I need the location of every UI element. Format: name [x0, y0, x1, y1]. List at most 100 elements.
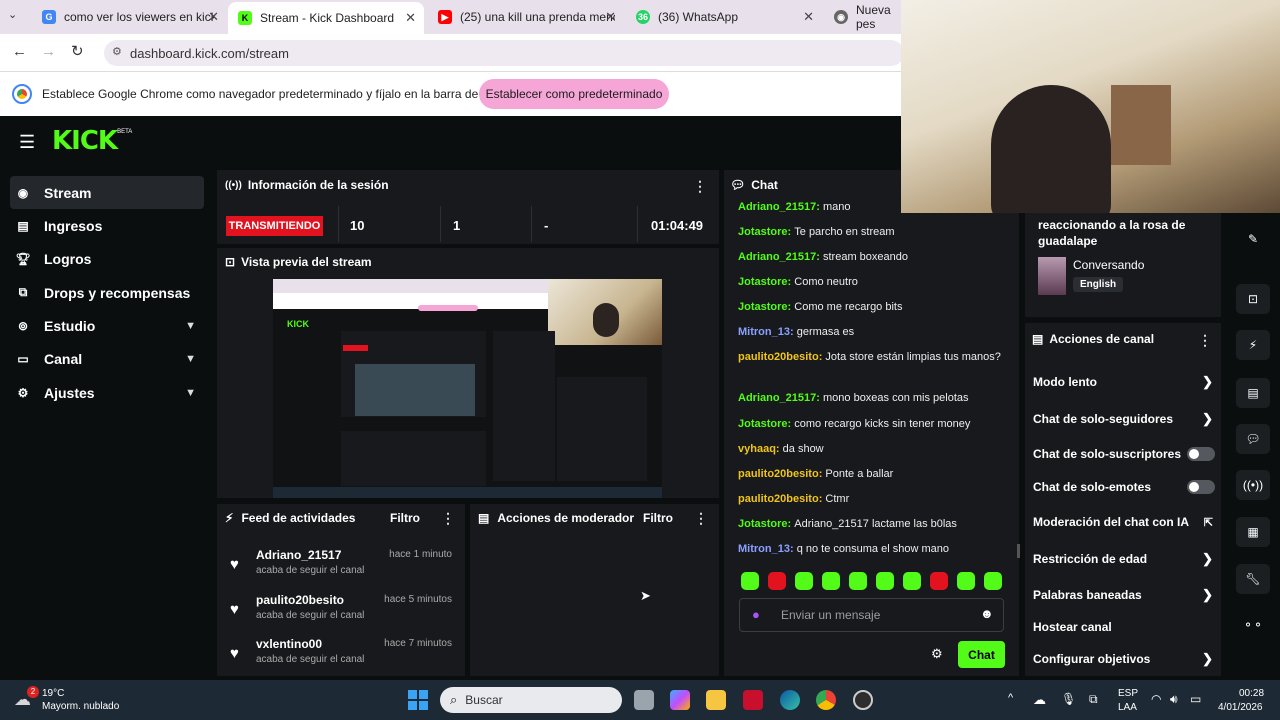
stream-preview-video[interactable]: KICK	[273, 279, 662, 498]
channel-action-item[interactable]: Configurar objetivos ❯	[1033, 649, 1215, 669]
emote-icon[interactable]	[795, 572, 813, 590]
chat-settings-icon[interactable]: ⚙	[931, 646, 943, 662]
emote-icon[interactable]	[768, 572, 786, 590]
sidebar-item-ajustes[interactable]: ⚙ Ajustes ▼	[10, 376, 204, 409]
channel-action-item[interactable]: Restricción de edad ❯	[1033, 549, 1215, 569]
chevron-up-icon[interactable]: ^	[1008, 692, 1013, 704]
site-info-icon[interactable]: ⚙	[112, 45, 122, 58]
toggle-switch[interactable]	[1187, 480, 1215, 494]
mcafee-icon[interactable]	[743, 690, 763, 710]
chat-username[interactable]: vyhaaq	[738, 443, 776, 455]
more-options-icon[interactable]: ⋮	[1198, 332, 1212, 349]
lang-line2[interactable]: LAA	[1118, 702, 1137, 713]
emote-icon[interactable]	[930, 572, 948, 590]
chat-bubble-icon[interactable]: 💬︎	[1236, 424, 1270, 454]
tab-4[interactable]: ◉ Nueva pes	[824, 3, 904, 31]
broadcast-icon[interactable]: ((•))	[1236, 470, 1270, 500]
hamburger-menu-icon[interactable]: ☰	[19, 132, 35, 153]
taskbar-search[interactable]: ⌕ Buscar	[440, 687, 622, 713]
url-field[interactable]: ⚙ dashboard.kick.com/stream	[104, 40, 904, 66]
battery-icon[interactable]: ▭	[1190, 692, 1201, 706]
more-options-icon[interactable]: ⋮	[694, 510, 708, 527]
lightning-icon[interactable]: ⚡︎	[1236, 330, 1270, 360]
close-icon[interactable]: ✕	[803, 9, 814, 25]
chat-username[interactable]: Adriano_21517	[738, 251, 816, 263]
windows-start-icon[interactable]	[408, 690, 428, 710]
obs-icon[interactable]	[853, 690, 873, 710]
chat-username[interactable]: Mitron_13	[738, 543, 790, 555]
wrench-icon[interactable]: 🔧︎	[1236, 564, 1270, 594]
kick-logo[interactable]: KICK BETA	[52, 126, 132, 156]
edge-icon[interactable]	[780, 690, 800, 710]
copilot-icon[interactable]	[670, 690, 690, 710]
chat-username[interactable]: Jotastore	[738, 276, 788, 288]
layout-icon[interactable]: ▦	[1236, 517, 1270, 547]
sidebar-item-logros[interactable]: 🏆︎ Logros	[10, 242, 204, 275]
emote-icon[interactable]	[984, 572, 1002, 590]
mod-filter-button[interactable]: Filtro	[643, 511, 673, 525]
clock-date[interactable]: 4/01/2026	[1218, 702, 1263, 713]
emote-icon[interactable]	[849, 572, 867, 590]
chrome-taskbar-icon[interactable]	[816, 690, 836, 710]
chat-username[interactable]: Jotastore	[738, 418, 788, 430]
forward-icon[interactable]: →	[41, 43, 56, 60]
camera-icon[interactable]: ⊡	[1236, 284, 1270, 314]
channel-action-item[interactable]: Hostear canal	[1033, 617, 1215, 637]
tab-2[interactable]: ▶ (25) una kill una prenda menos ✕	[428, 4, 624, 30]
tray-app-icon[interactable]: ⧉	[1089, 692, 1098, 707]
feed-user[interactable]: vxlentino00	[256, 637, 322, 651]
wifi-icon[interactable]: ◠	[1151, 692, 1161, 706]
channel-action-item[interactable]: Modo lento ❯	[1033, 372, 1215, 392]
emoji-icon[interactable]: ☻	[980, 606, 994, 621]
chat-username[interactable]: Adriano_21517	[738, 392, 816, 404]
channel-action-item[interactable]: Chat de solo-emotes	[1033, 477, 1215, 497]
feed-user[interactable]: Adriano_21517	[256, 548, 341, 562]
chat-send-button[interactable]: Chat	[958, 641, 1005, 668]
sidebar-item-stream[interactable]: ◉ Stream	[10, 176, 204, 209]
sidebar-item-canal[interactable]: ▭ Canal ▼	[10, 342, 204, 375]
chat-username[interactable]: Adriano_21517	[738, 201, 816, 213]
emote-icon[interactable]	[822, 572, 840, 590]
task-view-icon[interactable]	[634, 690, 654, 710]
channel-action-item[interactable]: Chat de solo-seguidores ❯	[1033, 409, 1215, 429]
tab-3[interactable]: 36 (36) WhatsApp ✕	[626, 4, 822, 30]
volume-icon[interactable]: 🔊︎	[1170, 692, 1178, 707]
channel-action-item[interactable]: Moderación del chat con IA ⇱	[1033, 512, 1215, 532]
sidebar-item-drops[interactable]: ⧉ Drops y recompensas	[10, 276, 204, 309]
close-icon[interactable]: ✕	[405, 10, 416, 26]
tab-list-dropdown-icon[interactable]: ⌄	[8, 8, 17, 21]
set-default-button[interactable]: Establecer como predeterminado	[479, 79, 669, 109]
chat-username[interactable]: paulito20besito	[738, 493, 819, 505]
emote-icon[interactable]	[903, 572, 921, 590]
notes-icon[interactable]: ▤	[1236, 378, 1270, 408]
feed-filter-button[interactable]: Filtro	[390, 511, 420, 525]
channel-action-item[interactable]: Palabras baneadas ❯	[1033, 585, 1215, 605]
sidebar-item-estudio[interactable]: ⊚ Estudio ▼	[10, 309, 204, 342]
toggle-switch[interactable]	[1187, 447, 1215, 461]
tab-0[interactable]: G como ver los viewers en kick - B ✕	[32, 4, 227, 30]
share-icon[interactable]: ⚬⚬	[1236, 610, 1270, 640]
microphone-tray-icon[interactable]: 🎙︎	[1061, 692, 1076, 706]
emote-icon[interactable]	[957, 572, 975, 590]
chat-username[interactable]: paulito20besito	[738, 468, 819, 480]
file-explorer-icon[interactable]	[706, 690, 726, 710]
chat-username[interactable]: Jotastore	[738, 301, 788, 313]
tab-1[interactable]: K Stream - Kick Dashboard ✕	[228, 2, 424, 34]
onedrive-icon[interactable]: ☁︎	[1033, 692, 1046, 708]
edit-icon[interactable]: ✎	[1236, 224, 1270, 254]
sidebar-item-ingresos[interactable]: ▤ Ingresos	[10, 209, 204, 242]
lang-line1[interactable]: ESP	[1118, 688, 1138, 699]
chat-username[interactable]: paulito20besito	[738, 351, 819, 363]
channel-action-item[interactable]: Chat de solo-suscriptores	[1033, 444, 1215, 464]
emote-icon[interactable]	[741, 572, 759, 590]
chat-username[interactable]: Jotastore	[738, 226, 788, 238]
more-options-icon[interactable]: ⋮	[693, 178, 707, 195]
emote-icon[interactable]	[876, 572, 894, 590]
more-options-icon[interactable]: ⋮	[441, 510, 455, 527]
chat-input[interactable]: ● Enviar un mensaje ☻	[739, 598, 1004, 632]
reload-icon[interactable]: ↻	[71, 42, 84, 60]
chat-username[interactable]: Mitron_13	[738, 326, 790, 338]
chat-scrollbar[interactable]	[1017, 544, 1020, 558]
chat-username[interactable]: Jotastore	[738, 518, 788, 530]
feed-user[interactable]: paulito20besito	[256, 593, 344, 607]
